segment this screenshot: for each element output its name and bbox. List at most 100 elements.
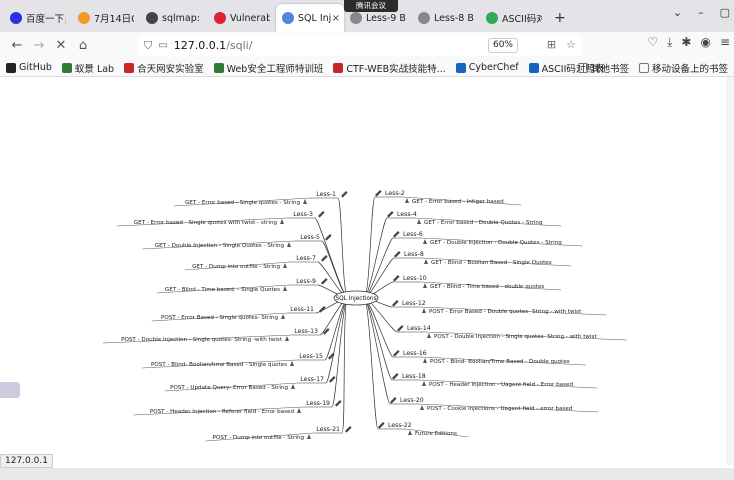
extension-icon[interactable]: ⊞ (547, 38, 556, 51)
lesson-node-label[interactable]: Less-7 (296, 255, 316, 262)
lesson-description[interactable]: POST - Update Query- Error Based - Strin… (170, 385, 288, 391)
url-text[interactable]: 127.0.0.1/sqli/ (174, 39, 253, 52)
lesson-node-label[interactable]: Less-3 (293, 211, 313, 218)
lesson-description[interactable]: GET - Error based - Double Quotes - Stri… (424, 220, 543, 226)
side-widget[interactable] (0, 382, 20, 398)
lesson-node-label[interactable]: Less-9 (296, 278, 316, 285)
new-tab-icon[interactable]: + (554, 10, 566, 26)
lesson-description[interactable]: Future Editions (415, 431, 457, 437)
bookmark-item[interactable]: CTF-WEB实战技能特... (333, 61, 446, 75)
lesson-node-label[interactable]: Less-13 (294, 328, 318, 335)
bookmark-icon (455, 62, 466, 73)
back-icon[interactable]: ← (6, 35, 28, 57)
lesson-node-label[interactable]: Less-18 (402, 373, 426, 380)
lesson-node-label[interactable]: Less-2 (385, 190, 405, 197)
tab-favicon-icon (146, 12, 158, 24)
lesson-description[interactable]: POST - Error Based - Single quotes- Stri… (161, 315, 278, 321)
vertical-scrollbar[interactable] (726, 77, 734, 465)
menu-icon[interactable]: ≡ (720, 35, 730, 50)
meeting-badge: 腾讯会议 (344, 0, 398, 12)
status-bar: 127.0.0.1 (0, 454, 53, 468)
lesson-node-label[interactable]: Less-11 (290, 306, 314, 313)
bookmark-item[interactable]: Web安全工程师特训班 (213, 61, 323, 75)
tab-6[interactable]: Less-8 Blind (412, 4, 480, 32)
address-bar[interactable]: ⛉ ▭ 127.0.0.1/sqli/ 60% ⊞ ☆ (138, 35, 582, 56)
lesson-node-label[interactable]: Less-19 (306, 400, 330, 407)
tab-list-icon[interactable]: ⌄ (673, 6, 682, 19)
bookmark-star-icon[interactable]: ☆ (566, 38, 576, 51)
pencil-icon (392, 373, 399, 380)
lesson-node-label[interactable]: Less-4 (397, 211, 417, 218)
home-icon[interactable]: ⌂ (72, 35, 94, 57)
lesson-description[interactable]: GET - Dump into outfile - String (192, 264, 280, 270)
bookmark-item[interactable]: 合天网安实验室 (124, 61, 204, 75)
lesson-node-label[interactable]: Less-6 (403, 231, 423, 238)
lesson-description[interactable]: GET - Error based - Single quotes with t… (134, 220, 278, 226)
zoom-level[interactable]: 60% (487, 38, 518, 53)
stop-icon[interactable]: ✕ (50, 35, 72, 57)
linux-icon (420, 405, 424, 410)
bookmark-item[interactable]: GitHub (6, 62, 52, 73)
lesson-node-label[interactable]: Less-16 (403, 350, 427, 357)
lesson-node-label[interactable]: Less-5 (300, 234, 320, 241)
lesson-description[interactable]: GET - Blind - Boolian Based - Single Quo… (431, 260, 552, 266)
lesson-description[interactable]: GET - Error based - Intiger based (412, 199, 504, 205)
extensions-icon[interactable]: ✱ (681, 35, 691, 50)
page-icon[interactable]: ▭ (158, 40, 167, 51)
lesson-description[interactable]: POST - Dump into outfile - String (213, 435, 305, 441)
linux-icon (408, 430, 412, 435)
tab-2[interactable]: sqlmap: a (140, 4, 208, 32)
lesson-node-label[interactable]: Less-21 (316, 426, 340, 433)
download-icon[interactable]: ⤓ (667, 35, 672, 50)
pencil-icon (394, 251, 401, 258)
linux-icon (291, 384, 295, 389)
lesson-description[interactable]: GET - Double Injection - Single Quotes -… (155, 243, 285, 249)
lesson-node-label[interactable]: Less-22 (388, 422, 412, 429)
maximize-button[interactable]: ▢ (720, 6, 730, 19)
lesson-node-label[interactable]: Less-20 (400, 397, 424, 404)
lesson-description[interactable]: POST - Blind- Boolian/time Based - Singl… (151, 362, 287, 368)
lesson-description[interactable]: GET - Blind - Time based. - Single Quote… (165, 287, 280, 293)
folder-icon (638, 63, 649, 73)
linux-icon (283, 286, 287, 291)
tab-favicon-icon (78, 12, 90, 24)
linux-icon (281, 314, 285, 319)
linux-icon (303, 199, 307, 204)
lesson-node-label[interactable]: Less-15 (299, 353, 323, 360)
bookmark-item[interactable]: 蚁景 Lab (61, 61, 114, 75)
lesson-description[interactable]: GET - Double Injection - Double Quotes -… (430, 240, 562, 246)
forward-icon[interactable]: → (28, 35, 50, 57)
bookmark-folder[interactable]: 其他书签 (577, 61, 629, 75)
lesson-node-label[interactable]: Less-10 (403, 275, 427, 282)
tab-3[interactable]: Vulnerabi (208, 4, 276, 32)
tab-7[interactable]: ASCII码对 (480, 4, 548, 32)
lesson-description[interactable]: POST - Header Injection - Uagent field -… (429, 382, 573, 388)
tab-close-icon[interactable]: × (332, 13, 340, 24)
bookmark-item[interactable]: CyberChef (455, 62, 519, 73)
lesson-description[interactable]: GET - Error based - Single quotes - Stri… (185, 200, 300, 206)
lesson-node-label[interactable]: Less-14 (407, 325, 431, 332)
pocket-icon[interactable]: ♡ (647, 35, 658, 50)
lesson-description[interactable]: POST - Double Injection - Single quotes-… (434, 334, 597, 340)
pencil-icon (393, 275, 400, 282)
lesson-description[interactable]: POST - Cookie injections - Uagent field … (427, 406, 573, 412)
linux-icon (417, 219, 421, 224)
lesson-node-label[interactable]: Less-8 (404, 251, 424, 258)
lesson-description[interactable]: GET - Blind - Time based - double quotes (430, 284, 544, 290)
account-icon[interactable]: ◉ (700, 35, 710, 50)
lesson-description[interactable]: POST - Double Injection - Single quotes-… (121, 337, 283, 343)
minimize-button[interactable]: – (698, 6, 704, 19)
lesson-node-label[interactable]: Less-17 (300, 376, 324, 383)
lesson-description[interactable]: POST - Blind- Boolian/Time Based - Doubl… (430, 359, 570, 365)
lesson-node-label[interactable]: Less-1 (316, 191, 336, 198)
bookmark-folder[interactable]: 移动设备上的书签 (638, 61, 728, 75)
tab-0[interactable]: 百度一下，你就 (4, 4, 72, 32)
bookmark-icon (124, 62, 135, 73)
shield-icon[interactable]: ⛉ (144, 39, 152, 53)
tab-1[interactable]: 7月14日CTF- (72, 4, 140, 32)
linux-icon (423, 239, 427, 244)
lesson-description[interactable]: POST - Error Based - Double quotes- Stri… (429, 309, 582, 315)
tab-4[interactable]: SQL Inj × (276, 4, 344, 32)
lesson-description[interactable]: POST - Header Injection - Referer field … (150, 409, 295, 415)
lesson-node-label[interactable]: Less-12 (402, 300, 426, 307)
